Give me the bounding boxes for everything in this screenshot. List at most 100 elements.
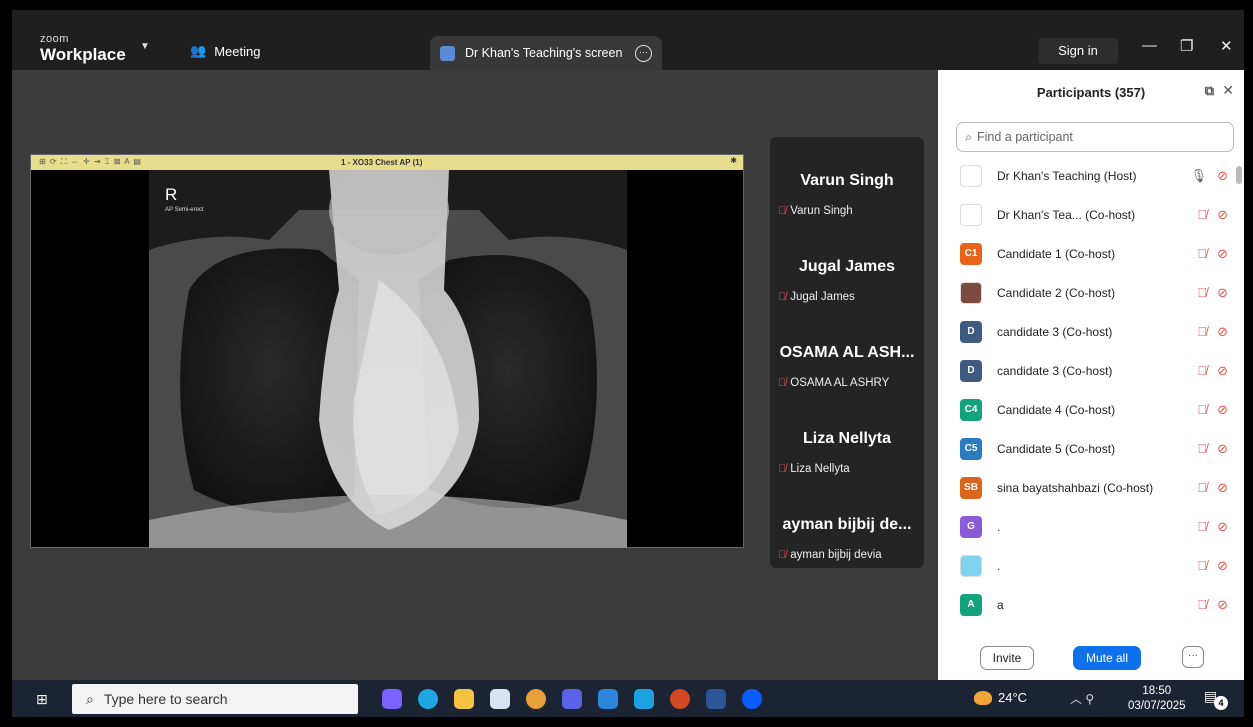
skype-icon[interactable] bbox=[634, 689, 654, 709]
avatar bbox=[960, 164, 982, 187]
file-explorer-icon[interactable] bbox=[454, 689, 474, 709]
mic-off-icon[interactable]: 🎙̸ bbox=[1197, 207, 1207, 223]
meeting-stage: ⊞ ⟳ ⛶ ⇔ ✛ ⇥ ⌶ ⊠ A ▤ 1 - XO33 Chest AP (1… bbox=[12, 70, 938, 680]
weather-widget[interactable]: 24°C bbox=[974, 690, 1027, 705]
participant-row[interactable]: Dcandidate 3 (Co-host) 🎙̸ ⊘ bbox=[938, 351, 1238, 390]
video-tile[interactable]: OSAMA AL ASH... 🎙̸ OSAMA AL ASHRY bbox=[770, 309, 924, 395]
video-tile[interactable]: Liza Nellyta 🎙̸ Liza Nellyta bbox=[770, 395, 924, 481]
xray-side-marker: R bbox=[165, 185, 178, 204]
participant-name: Candidate 2 (Co-host) bbox=[997, 285, 1116, 300]
mic-off-icon: 🎙̸ bbox=[778, 291, 787, 303]
participant-row[interactable]: C4 Candidate 4 (Co-host) 🎙̸ ⊘ bbox=[938, 390, 1238, 429]
m365-icon[interactable] bbox=[562, 689, 582, 709]
participant-row[interactable]: C5 Candidate 5 (Co-host) 🎙̸ ⊘ bbox=[938, 429, 1238, 468]
chevron-down-icon[interactable]: ▼ bbox=[140, 41, 150, 52]
participant-row[interactable]: Candidate 2 (Co-host) 🎙̸ ⊘ bbox=[938, 273, 1238, 312]
participant-row[interactable]: Dr Khan's Tea... (Co-host) 🎙̸ ⊘ bbox=[938, 195, 1238, 234]
dropbox-icon[interactable] bbox=[490, 689, 510, 709]
video-tile-label: 🎙̸ ayman bijbij devia bbox=[778, 549, 882, 561]
mic-off-icon[interactable]: 🎙̸ bbox=[1197, 597, 1207, 613]
participants-footer: Invite Mute all ··· bbox=[938, 634, 1244, 680]
mic-off-icon[interactable]: 🎙̸ bbox=[1197, 246, 1207, 262]
mic-off-icon[interactable]: 🎙̸ bbox=[1197, 558, 1207, 574]
video-off-icon[interactable]: ⊘ bbox=[1217, 597, 1228, 613]
minimize-button[interactable]: — bbox=[1142, 37, 1157, 54]
video-tile-name: Varun Singh bbox=[800, 172, 894, 189]
notification-badge: 4 bbox=[1214, 696, 1228, 710]
mic-off-icon[interactable]: 🎙̸ bbox=[1197, 480, 1207, 496]
edge-icon[interactable] bbox=[418, 689, 438, 709]
people-icon: 👥 bbox=[190, 43, 207, 58]
sign-in-button[interactable]: Sign in bbox=[1038, 38, 1118, 64]
participant-name: Candidate 4 (Co-host) bbox=[997, 402, 1116, 417]
participant-status-icons: 🎙̸ ⊘ bbox=[1197, 285, 1228, 301]
participant-scrollbar[interactable] bbox=[1236, 166, 1242, 184]
video-tile-sub: OSAMA AL ASHRY bbox=[790, 377, 890, 389]
video-off-icon[interactable]: ⊘ bbox=[1217, 168, 1228, 184]
zoom-workplace-logo[interactable]: zoom Workplace bbox=[40, 33, 126, 64]
video-off-icon[interactable]: ⊘ bbox=[1217, 324, 1228, 340]
video-off-icon[interactable]: ⊘ bbox=[1217, 285, 1228, 301]
mute-all-button[interactable]: Mute all bbox=[1073, 646, 1141, 670]
chrome-icon[interactable] bbox=[526, 689, 546, 709]
tray-icons[interactable]: ︿ ⚲ bbox=[1070, 690, 1094, 707]
video-off-icon[interactable]: ⊘ bbox=[1217, 480, 1228, 496]
notification-icon[interactable]: ▤ 4 bbox=[1204, 688, 1228, 710]
video-tile[interactable]: Varun Singh 🎙̸ Varun Singh bbox=[770, 137, 924, 223]
video-tile-label: 🎙̸ Jugal James bbox=[778, 291, 855, 303]
mic-off-icon[interactable]: 🎙̸ bbox=[1197, 441, 1207, 457]
windows-start-icon[interactable]: ⊞ bbox=[36, 691, 48, 708]
word-icon[interactable] bbox=[706, 689, 726, 709]
video-tile-name: ayman bijbij de... bbox=[782, 516, 912, 533]
avatar bbox=[960, 203, 982, 226]
taskbar-clock[interactable]: 18:50 03/07/2025 bbox=[1128, 684, 1186, 714]
participant-search-input[interactable]: ⌕ Find a participant bbox=[956, 122, 1234, 152]
more-button[interactable]: ··· bbox=[1182, 646, 1204, 668]
participant-row[interactable]: SB sina bayatshahbazi (Co-host) 🎙̸ ⊘ bbox=[938, 468, 1238, 507]
mic-off-icon[interactable]: 🎙̸ bbox=[1197, 363, 1207, 379]
zoom-icon[interactable] bbox=[742, 689, 762, 709]
participant-row[interactable]: G. 🎙̸ ⊘ bbox=[938, 507, 1238, 546]
mic-off-icon[interactable]: 🎙̸ bbox=[1197, 285, 1207, 301]
video-tile[interactable]: Jugal James 🎙̸ Jugal James bbox=[770, 223, 924, 309]
shared-screen-viewer[interactable]: ⊞ ⟳ ⛶ ⇔ ✛ ⇥ ⌶ ⊠ A ▤ 1 - XO33 Chest AP (1… bbox=[30, 154, 744, 548]
mic-icon[interactable]: 🎙 bbox=[1191, 168, 1208, 184]
mic-off-icon[interactable]: 🎙̸ bbox=[1197, 324, 1207, 340]
avatar bbox=[960, 554, 982, 577]
participant-name: Candidate 5 (Co-host) bbox=[997, 441, 1116, 456]
taskbar-search-input[interactable]: ⌕ Type here to search bbox=[72, 684, 358, 714]
video-off-icon[interactable]: ⊘ bbox=[1217, 402, 1228, 418]
mic-off-icon[interactable]: 🎙̸ bbox=[1197, 402, 1207, 418]
participant-row[interactable]: Dcandidate 3 (Co-host) 🎙̸ ⊘ bbox=[938, 312, 1238, 351]
video-off-icon[interactable]: ⊘ bbox=[1217, 519, 1228, 535]
outlook-icon[interactable] bbox=[598, 689, 618, 709]
participant-row[interactable]: C1 Candidate 1 (Co-host) 🎙̸ ⊘ bbox=[938, 234, 1238, 273]
copilot-icon[interactable] bbox=[382, 689, 402, 709]
participant-row[interactable]: Aa 🎙̸ ⊘ bbox=[938, 585, 1238, 624]
powerpoint-icon[interactable] bbox=[670, 689, 690, 709]
more-options-icon[interactable]: ··· bbox=[635, 44, 652, 62]
pop-out-icon[interactable]: ⧉ bbox=[1205, 83, 1214, 99]
close-button[interactable]: ✕ bbox=[1220, 37, 1233, 55]
mic-off-icon: 🎙̸ bbox=[778, 205, 787, 217]
chest-xray-image bbox=[149, 170, 627, 548]
close-icon[interactable]: ✕ bbox=[1222, 82, 1234, 99]
video-tile[interactable]: ayman bijbij de... 🎙̸ ayman bijbij devia bbox=[770, 481, 924, 567]
video-off-icon[interactable]: ⊘ bbox=[1217, 441, 1228, 457]
video-off-icon[interactable]: ⊘ bbox=[1217, 363, 1228, 379]
video-off-icon[interactable]: ⊘ bbox=[1217, 558, 1228, 574]
mic-off-icon[interactable]: 🎙̸ bbox=[1197, 519, 1207, 535]
tab-meeting[interactable]: 👥 Meeting bbox=[190, 43, 260, 59]
participant-row[interactable]: . 🎙̸ ⊘ bbox=[938, 546, 1238, 585]
xray-position-label: AP Semi-erect bbox=[165, 207, 204, 213]
participant-status-icons: 🎙̸ ⊘ bbox=[1197, 597, 1228, 613]
restore-button[interactable]: ❐ bbox=[1180, 37, 1193, 55]
video-off-icon[interactable]: ⊘ bbox=[1217, 207, 1228, 223]
invite-button[interactable]: Invite bbox=[980, 646, 1034, 670]
participant-row[interactable]: Dr Khan's Teaching (Host) 🎙 ⊘ bbox=[938, 156, 1238, 195]
search-icon: ⌕ bbox=[86, 690, 94, 707]
tab-shared-screen[interactable]: Dr Khan's Teaching's screen ··· bbox=[430, 36, 662, 70]
logo-small-text: zoom bbox=[40, 33, 69, 45]
video-off-icon[interactable]: ⊘ bbox=[1217, 246, 1228, 262]
participant-search-placeholder: Find a participant bbox=[977, 130, 1073, 144]
